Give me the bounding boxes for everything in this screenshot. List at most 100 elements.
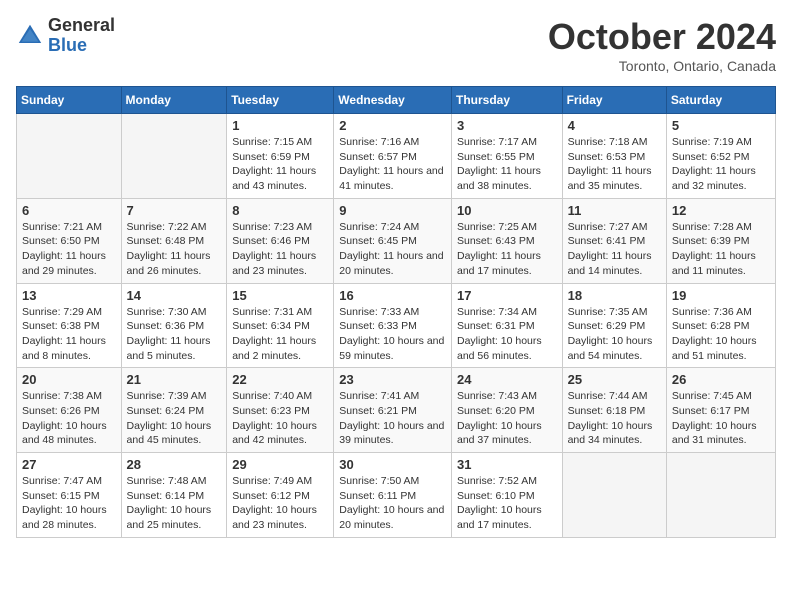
day-info: Sunrise: 7:48 AM Sunset: 6:14 PM Dayligh… bbox=[127, 474, 222, 533]
day-info: Sunrise: 7:50 AM Sunset: 6:11 PM Dayligh… bbox=[339, 474, 446, 533]
day-number: 18 bbox=[568, 288, 661, 303]
logo-blue-text: Blue bbox=[48, 36, 115, 56]
calendar-cell: 10 Sunrise: 7:25 AM Sunset: 6:43 PM Dayli… bbox=[451, 198, 562, 283]
day-info: Sunrise: 7:44 AM Sunset: 6:18 PM Dayligh… bbox=[568, 389, 661, 448]
week-row-3: 13 Sunrise: 7:29 AM Sunset: 6:38 PM Dayli… bbox=[17, 283, 776, 368]
calendar-cell: 2 Sunrise: 7:16 AM Sunset: 6:57 PM Daylig… bbox=[334, 114, 452, 199]
calendar-cell: 3 Sunrise: 7:17 AM Sunset: 6:55 PM Daylig… bbox=[451, 114, 562, 199]
day-info: Sunrise: 7:25 AM Sunset: 6:43 PM Dayligh… bbox=[457, 220, 557, 279]
day-number: 15 bbox=[232, 288, 328, 303]
day-info: Sunrise: 7:16 AM Sunset: 6:57 PM Dayligh… bbox=[339, 135, 446, 194]
col-header-friday: Friday bbox=[562, 87, 666, 114]
day-info: Sunrise: 7:45 AM Sunset: 6:17 PM Dayligh… bbox=[672, 389, 770, 448]
calendar-cell: 29 Sunrise: 7:49 AM Sunset: 6:12 PM Dayli… bbox=[227, 453, 334, 538]
day-number: 30 bbox=[339, 457, 446, 472]
day-info: Sunrise: 7:33 AM Sunset: 6:33 PM Dayligh… bbox=[339, 305, 446, 364]
day-number: 10 bbox=[457, 203, 557, 218]
day-info: Sunrise: 7:47 AM Sunset: 6:15 PM Dayligh… bbox=[22, 474, 116, 533]
calendar-cell: 23Sunrise: 7:41 AM Sunset: 6:21 PM Dayli… bbox=[334, 368, 452, 453]
day-number: 6 bbox=[22, 203, 116, 218]
day-info: Sunrise: 7:28 AM Sunset: 6:39 PM Dayligh… bbox=[672, 220, 770, 279]
calendar-cell: 30 Sunrise: 7:50 AM Sunset: 6:11 PM Dayli… bbox=[334, 453, 452, 538]
calendar-cell: 7 Sunrise: 7:22 AM Sunset: 6:48 PM Daylig… bbox=[121, 198, 227, 283]
day-number: 21 bbox=[127, 372, 222, 387]
logo-general-text: General bbox=[48, 16, 115, 36]
day-number: 16 bbox=[339, 288, 446, 303]
day-info: Sunrise: 7:29 AM Sunset: 6:38 PM Dayligh… bbox=[22, 305, 116, 364]
calendar-cell: 11 Sunrise: 7:27 AM Sunset: 6:41 PM Dayli… bbox=[562, 198, 666, 283]
day-number: 13 bbox=[22, 288, 116, 303]
day-info: Sunrise: 7:24 AM Sunset: 6:45 PM Dayligh… bbox=[339, 220, 446, 279]
day-info: Sunrise: 7:27 AM Sunset: 6:41 PM Dayligh… bbox=[568, 220, 661, 279]
calendar-cell: 26 Sunrise: 7:45 AM Sunset: 6:17 PM Dayli… bbox=[666, 368, 775, 453]
calendar-cell: 19 Sunrise: 7:36 AM Sunset: 6:28 PM Dayli… bbox=[666, 283, 775, 368]
day-number: 19 bbox=[672, 288, 770, 303]
calendar-cell: 25 Sunrise: 7:44 AM Sunset: 6:18 PM Dayli… bbox=[562, 368, 666, 453]
location-subtitle: Toronto, Ontario, Canada bbox=[548, 58, 776, 74]
calendar-cell: 21 Sunrise: 7:39 AM Sunset: 6:24 PM Dayli… bbox=[121, 368, 227, 453]
day-number: 1 bbox=[232, 118, 328, 133]
day-number: 4 bbox=[568, 118, 661, 133]
day-number: 5 bbox=[672, 118, 770, 133]
day-number: 25 bbox=[568, 372, 661, 387]
day-number: 7 bbox=[127, 203, 222, 218]
calendar-cell: 24 Sunrise: 7:43 AM Sunset: 6:20 PM Dayli… bbox=[451, 368, 562, 453]
day-number: 11 bbox=[568, 203, 661, 218]
col-header-saturday: Saturday bbox=[666, 87, 775, 114]
day-info: Sunrise: 7:49 AM Sunset: 6:12 PM Dayligh… bbox=[232, 474, 328, 533]
col-header-thursday: Thursday bbox=[451, 87, 562, 114]
day-number: 26 bbox=[672, 372, 770, 387]
day-number: 29 bbox=[232, 457, 328, 472]
day-info: Sunrise: 7:18 AM Sunset: 6:53 PM Dayligh… bbox=[568, 135, 661, 194]
week-row-5: 27 Sunrise: 7:47 AM Sunset: 6:15 PM Dayli… bbox=[17, 453, 776, 538]
day-number: 2 bbox=[339, 118, 446, 133]
day-number: 31 bbox=[457, 457, 557, 472]
day-number: 22 bbox=[232, 372, 328, 387]
calendar-cell: 1Sunrise: 7:15 AM Sunset: 6:59 PM Daylig… bbox=[227, 114, 334, 199]
day-number: 24 bbox=[457, 372, 557, 387]
col-header-sunday: Sunday bbox=[17, 87, 122, 114]
calendar-cell: 28 Sunrise: 7:48 AM Sunset: 6:14 PM Dayli… bbox=[121, 453, 227, 538]
calendar-cell: 31 Sunrise: 7:52 AM Sunset: 6:10 PM Dayli… bbox=[451, 453, 562, 538]
calendar-cell: 6Sunrise: 7:21 AM Sunset: 6:50 PM Daylig… bbox=[17, 198, 122, 283]
calendar-header-row: SundayMondayTuesdayWednesdayThursdayFrid… bbox=[17, 87, 776, 114]
calendar-cell: 14Sunrise: 7:30 AM Sunset: 6:36 PM Dayli… bbox=[121, 283, 227, 368]
page-header: General Blue October 2024 Toronto, Ontar… bbox=[16, 16, 776, 74]
day-info: Sunrise: 7:23 AM Sunset: 6:46 PM Dayligh… bbox=[232, 220, 328, 279]
day-number: 23 bbox=[339, 372, 446, 387]
day-info: Sunrise: 7:40 AM Sunset: 6:23 PM Dayligh… bbox=[232, 389, 328, 448]
day-number: 3 bbox=[457, 118, 557, 133]
calendar-cell: 12Sunrise: 7:28 AM Sunset: 6:39 PM Dayli… bbox=[666, 198, 775, 283]
calendar-cell: 20Sunrise: 7:38 AM Sunset: 6:26 PM Dayli… bbox=[17, 368, 122, 453]
day-info: Sunrise: 7:17 AM Sunset: 6:55 PM Dayligh… bbox=[457, 135, 557, 194]
day-number: 17 bbox=[457, 288, 557, 303]
calendar-cell: 27 Sunrise: 7:47 AM Sunset: 6:15 PM Dayli… bbox=[17, 453, 122, 538]
day-info: Sunrise: 7:31 AM Sunset: 6:34 PM Dayligh… bbox=[232, 305, 328, 364]
calendar-cell: 16 Sunrise: 7:33 AM Sunset: 6:33 PM Dayli… bbox=[334, 283, 452, 368]
day-info: Sunrise: 7:19 AM Sunset: 6:52 PM Dayligh… bbox=[672, 135, 770, 194]
day-info: Sunrise: 7:22 AM Sunset: 6:48 PM Dayligh… bbox=[127, 220, 222, 279]
calendar-cell bbox=[17, 114, 122, 199]
week-row-2: 6Sunrise: 7:21 AM Sunset: 6:50 PM Daylig… bbox=[17, 198, 776, 283]
day-info: Sunrise: 7:43 AM Sunset: 6:20 PM Dayligh… bbox=[457, 389, 557, 448]
title-block: October 2024 Toronto, Ontario, Canada bbox=[548, 16, 776, 74]
day-number: 28 bbox=[127, 457, 222, 472]
day-info: Sunrise: 7:34 AM Sunset: 6:31 PM Dayligh… bbox=[457, 305, 557, 364]
calendar-cell: 8Sunrise: 7:23 AM Sunset: 6:46 PM Daylig… bbox=[227, 198, 334, 283]
calendar-body: 1Sunrise: 7:15 AM Sunset: 6:59 PM Daylig… bbox=[17, 114, 776, 538]
logo-icon bbox=[16, 22, 44, 50]
calendar-cell: 4 Sunrise: 7:18 AM Sunset: 6:53 PM Daylig… bbox=[562, 114, 666, 199]
calendar-table: SundayMondayTuesdayWednesdayThursdayFrid… bbox=[16, 86, 776, 538]
calendar-cell: 17 Sunrise: 7:34 AM Sunset: 6:31 PM Dayli… bbox=[451, 283, 562, 368]
day-number: 27 bbox=[22, 457, 116, 472]
col-header-monday: Monday bbox=[121, 87, 227, 114]
calendar-cell bbox=[121, 114, 227, 199]
week-row-4: 20Sunrise: 7:38 AM Sunset: 6:26 PM Dayli… bbox=[17, 368, 776, 453]
calendar-cell: 22 Sunrise: 7:40 AM Sunset: 6:23 PM Dayli… bbox=[227, 368, 334, 453]
day-info: Sunrise: 7:38 AM Sunset: 6:26 PM Dayligh… bbox=[22, 389, 116, 448]
day-info: Sunrise: 7:36 AM Sunset: 6:28 PM Dayligh… bbox=[672, 305, 770, 364]
logo: General Blue bbox=[16, 16, 115, 56]
calendar-cell bbox=[562, 453, 666, 538]
day-info: Sunrise: 7:52 AM Sunset: 6:10 PM Dayligh… bbox=[457, 474, 557, 533]
day-info: Sunrise: 7:39 AM Sunset: 6:24 PM Dayligh… bbox=[127, 389, 222, 448]
